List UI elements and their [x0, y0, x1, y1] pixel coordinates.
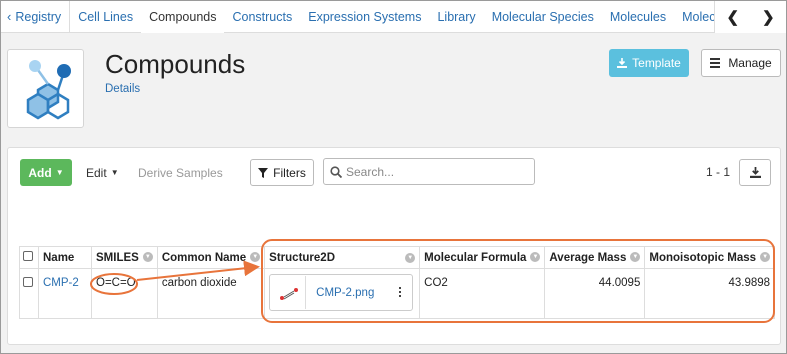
structure-thumbnail[interactable]: [272, 276, 307, 309]
caret-down-icon: ▼: [110, 168, 119, 177]
tab-constructs[interactable]: Constructs: [224, 1, 300, 33]
tab-expression-systems[interactable]: Expression Systems: [300, 1, 429, 33]
table-header-row: Name SMILES ▼ Common Name ▼ Structure2D ▼ M…: [19, 246, 776, 269]
average-mass-value: 44.0095: [598, 277, 641, 289]
template-button[interactable]: Template: [609, 49, 689, 77]
column-header-average-mass[interactable]: Average Mass ▼: [544, 246, 646, 269]
row-checkbox[interactable]: [23, 277, 33, 287]
compounds-logo: [7, 49, 84, 128]
column-menu-icon[interactable]: ▼: [142, 252, 153, 263]
chevron-left-icon[interactable]: ❮: [726, 8, 739, 26]
column-menu-icon[interactable]: ▼: [250, 252, 261, 263]
molecule-icon: [26, 60, 71, 120]
tab-library[interactable]: Library: [429, 1, 483, 33]
select-all-header: [19, 246, 39, 269]
app-window: ‹ Registry Cell Lines Compounds Construc…: [0, 0, 787, 354]
derive-samples-button[interactable]: Derive Samples: [134, 159, 227, 186]
smiles-value: O=C=O: [96, 277, 136, 289]
back-label: Registry: [15, 9, 62, 24]
search-icon: [330, 165, 342, 178]
template-button-label: Template: [632, 56, 681, 70]
monoisotopic-mass-value: 43.9898: [728, 277, 771, 289]
compounds-table: Name SMILES ▼ Common Name ▼ Structure2D ▼ M…: [19, 246, 776, 319]
details-link[interactable]: Details: [105, 83, 140, 95]
column-header-monoisotopic-mass[interactable]: Monoisotopic Mass ▼: [644, 246, 776, 269]
column-menu-icon[interactable]: ▼: [530, 252, 541, 263]
search-input[interactable]: [346, 164, 526, 179]
hamburger-icon: [710, 56, 721, 70]
manage-button-label: Manage: [728, 56, 772, 70]
structure2d-cell: CMP-2.png: [264, 268, 421, 319]
column-header-structure2d[interactable]: Structure2D ▼: [264, 246, 421, 269]
tab-molecules[interactable]: Molecules: [602, 1, 674, 33]
column-menu-icon[interactable]: ▼: [760, 252, 771, 263]
download-icon: [617, 58, 628, 68]
column-header-common-name[interactable]: Common Name ▼: [156, 246, 266, 269]
edit-button-label: Edit: [86, 165, 107, 180]
caret-down-icon: ▼: [55, 168, 64, 177]
row-select-cell: [19, 268, 39, 319]
name-cell: CMP-2: [38, 268, 92, 319]
column-menu-icon[interactable]: ▼: [405, 253, 416, 263]
smiles-cell: O=C=O: [91, 268, 158, 319]
common-name-value: carbon dioxide: [161, 277, 237, 289]
tab-scroll-controls: ❮ ❯: [714, 1, 786, 33]
tab-molecular-species[interactable]: Molecular Species: [484, 1, 602, 33]
structure-file-link[interactable]: CMP-2.png: [316, 287, 374, 299]
compound-name-link[interactable]: CMP-2: [43, 277, 79, 289]
tab-compounds[interactable]: Compounds: [141, 1, 225, 33]
edit-menu-button[interactable]: Edit ▼: [82, 159, 123, 186]
average-mass-cell: 44.0095: [544, 268, 646, 319]
column-header-name[interactable]: Name: [38, 246, 92, 269]
page-title: Compounds: [105, 49, 246, 79]
export-button[interactable]: [739, 159, 771, 186]
kebab-menu-icon[interactable]: [399, 287, 402, 299]
pagination-count: 1 - 1: [706, 165, 731, 179]
filters-button[interactable]: Filters: [250, 159, 314, 186]
file-attachment-card[interactable]: CMP-2.png: [269, 274, 414, 311]
filter-icon: [258, 167, 269, 178]
manage-button[interactable]: Manage: [701, 49, 781, 77]
chevron-left-icon: ‹: [7, 9, 12, 24]
table-row: CMP-2 O=C=O carbon dioxide CMP-2.png CO2…: [19, 268, 776, 319]
select-all-checkbox[interactable]: [23, 251, 33, 261]
add-button[interactable]: Add ▼: [20, 159, 72, 186]
filters-button-label: Filters: [273, 165, 306, 180]
column-header-molecular-formula[interactable]: Molecular Formula ▼: [419, 246, 546, 269]
molecular-formula-value: CO2: [424, 277, 448, 289]
column-header-smiles[interactable]: SMILES ▼: [91, 246, 158, 269]
search-field[interactable]: [323, 158, 535, 185]
common-name-cell: carbon dioxide: [156, 268, 266, 319]
monoisotopic-mass-cell: 43.9898: [644, 268, 776, 319]
tab-cell-lines[interactable]: Cell Lines: [70, 1, 141, 33]
column-menu-icon[interactable]: ▼: [630, 252, 641, 263]
molecular-formula-cell: CO2: [419, 268, 546, 319]
back-to-registry-link[interactable]: ‹ Registry: [1, 1, 71, 33]
top-nav: ‹ Registry Cell Lines Compounds Construc…: [1, 1, 786, 33]
add-button-label: Add: [28, 165, 52, 180]
grid-panel: Add ▼ Edit ▼ Derive Samples Filters 1 - …: [7, 147, 781, 345]
chevron-right-icon[interactable]: ❯: [762, 8, 775, 26]
tab-list: Cell Lines Compounds Constructs Expressi…: [70, 1, 768, 33]
download-icon: [749, 167, 761, 178]
